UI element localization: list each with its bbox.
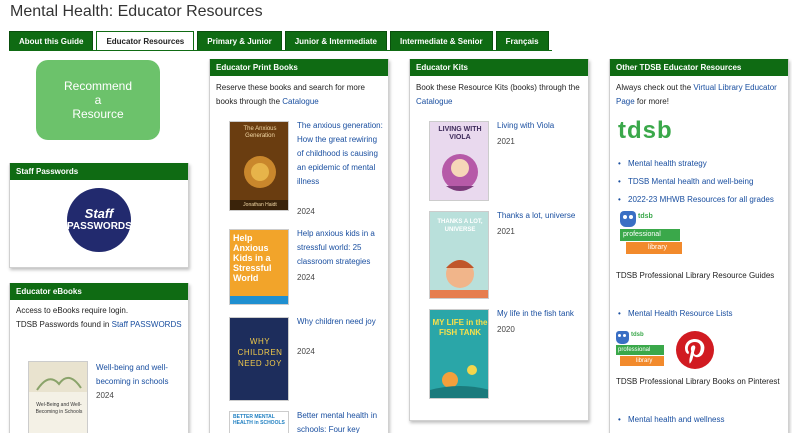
book-year: 2020 [497, 325, 515, 334]
recommend-line2: a [94, 93, 102, 107]
mhwb-resources-link[interactable]: 2022-23 MHWB Resources for all grades [616, 191, 786, 209]
tab-intermediate-senior[interactable]: Intermediate & Senior [389, 31, 493, 51]
educator-print-books-panel: Educator Print Books Reserve these books… [209, 59, 389, 433]
book-cover[interactable]: Help Anxious Kids in a Stressful World [229, 229, 289, 305]
pinterest-link-list: Mental health and wellness [616, 411, 786, 429]
cover-text: Wel-Being and Well-Becoming in Schools [35, 402, 83, 415]
book-cover[interactable]: LIVING WITH VIOLA [429, 121, 489, 201]
tab-educator-resources[interactable]: Educator Resources [96, 31, 195, 51]
tab-junior-intermediate[interactable]: Junior & Intermediate [284, 31, 387, 51]
staff-passwords-link[interactable]: Staff PASSWORDS [112, 320, 182, 329]
cover-title: WHY CHILDREN NEED JOY [237, 337, 283, 368]
tdsb-mental-health-link[interactable]: TDSB Mental health and well-being [616, 173, 786, 191]
panel-title: Educator eBooks [10, 283, 188, 300]
staff-passwords-logo[interactable]: Staff PASSWORDS [67, 188, 132, 252]
ebooks-text-1: Access to eBooks require login. [16, 306, 129, 315]
tab-divider [9, 50, 552, 51]
educator-ebooks-panel: Educator eBooks Access to eBooks require… [9, 283, 189, 433]
book-title-link[interactable]: Why children need joy [297, 315, 385, 329]
resource-link-list: Mental health strategy TDSB Mental healt… [616, 155, 786, 209]
book-cover[interactable]: THANKS A LOT, UNIVERSE [429, 211, 489, 299]
book-cover[interactable]: MY LIFE in the FISH TANK [429, 309, 489, 399]
owl-icon [616, 331, 629, 344]
book-title-link[interactable]: Better mental health in schools: Four ke… [297, 409, 385, 433]
book-year: 2021 [497, 137, 515, 146]
book-title-link[interactable]: The anxious generation: How the great re… [297, 119, 385, 189]
book-year: 2024 [297, 273, 315, 282]
logo-line2: PASSWORDS [67, 221, 132, 232]
panel-title: Educator Print Books [210, 59, 388, 76]
other-intro-2: for more! [636, 97, 669, 106]
book-title-link[interactable]: Help anxious kids in a stressful world: … [297, 227, 385, 269]
logo-line1: Staff [84, 206, 114, 221]
tab-primary-junior[interactable]: Primary & Junior [197, 31, 282, 51]
owl-icon [620, 211, 636, 227]
tab-francais[interactable]: Français [495, 31, 549, 51]
guides-link-list: Mental Health Resource Lists [616, 305, 786, 323]
other-tdsb-resources-panel: Other TDSB Educator Resources Always che… [609, 59, 789, 433]
book-cover[interactable]: BETTER MENTAL HEALTH in SCHOOLS [229, 411, 289, 433]
professional-library-badge[interactable]: tdsb professional library [620, 211, 682, 259]
cover-title: MY LIFE in the FISH TANK [432, 318, 488, 337]
staff-passwords-panel: Staff Passwords Staff PASSWORDS [9, 163, 189, 268]
guides-heading: TDSB Professional Library Resource Guide… [616, 271, 775, 280]
book-year: 2024 [297, 207, 315, 216]
educator-kits-panel: Educator Kits Book these Resource Kits (… [409, 59, 589, 421]
professional-library-badge[interactable]: tdsb professional library [616, 331, 666, 369]
book-title-link[interactable]: Thanks a lot, universe [497, 209, 585, 223]
book-cover[interactable]: The Anxious Generation Jonathan Haidt [229, 121, 289, 211]
book-year: 2024 [297, 347, 315, 356]
page-title: Mental Health: Educator Resources [10, 3, 263, 20]
cover-band [230, 296, 288, 304]
cover-title: BETTER MENTAL HEALTH in SCHOOLS [233, 414, 285, 426]
panel-title: Other TDSB Educator Resources [610, 59, 788, 76]
ebooks-text-2: TDSB Passwords found in [16, 320, 110, 329]
cover-title: The Anxious Generation [243, 126, 277, 139]
panel-title: Educator Kits [410, 59, 588, 76]
mental-health-strategy-link[interactable]: Mental health strategy [616, 155, 786, 173]
badge-bot: library [620, 356, 664, 366]
cover-title: Help Anxious Kids in a Stressful World [233, 233, 272, 283]
other-intro-1: Always check out the [616, 83, 692, 92]
badge-top: tdsb [638, 213, 653, 220]
pinterest-icon[interactable] [676, 331, 714, 369]
book-year: 2021 [497, 227, 515, 236]
book-title-link[interactable]: Living with Viola [497, 119, 585, 133]
book-year: 2024 [96, 391, 114, 400]
guide-tabs: About this Guide Educator Resources Prim… [9, 31, 549, 51]
book-title-link[interactable]: Well-being and well-becoming in schools [96, 361, 184, 389]
kits-intro: Book these Resource Kits (books) through… [416, 83, 580, 92]
badge-bot: library [626, 242, 682, 254]
badge-mid: professional [620, 229, 680, 241]
book-cover[interactable]: Wel-Being and Well-Becoming in Schools [28, 361, 88, 433]
catalogue-link[interactable]: Catalogue [282, 97, 318, 106]
cover-title: THANKS A LOT, UNIVERSE [437, 219, 483, 233]
recommend-line1: Recommend [63, 79, 133, 93]
panel-title: Staff Passwords [10, 163, 188, 180]
catalogue-link[interactable]: Catalogue [416, 97, 452, 106]
tab-about[interactable]: About this Guide [9, 31, 94, 51]
badge-mid: professional [616, 345, 664, 355]
mental-health-wellness-link[interactable]: Mental health and wellness [616, 411, 786, 429]
badge-top: tdsb [631, 332, 644, 338]
recommend-line3: Resource [72, 107, 124, 121]
recommend-resource-button[interactable]: Recommend a Resource [36, 60, 160, 140]
cover-title: LIVING WITH VIOLA [438, 126, 482, 141]
cover-author: Jonathan Haidt [243, 202, 277, 208]
mental-health-resource-lists-link[interactable]: Mental Health Resource Lists [616, 305, 786, 323]
book-title-link[interactable]: My life in the fish tank [497, 307, 585, 321]
book-cover[interactable]: WHY CHILDREN NEED JOY [229, 317, 289, 401]
pinterest-heading: TDSB Professional Library Books on Pinte… [616, 377, 780, 386]
tdsb-logo: tdsb [618, 117, 673, 144]
